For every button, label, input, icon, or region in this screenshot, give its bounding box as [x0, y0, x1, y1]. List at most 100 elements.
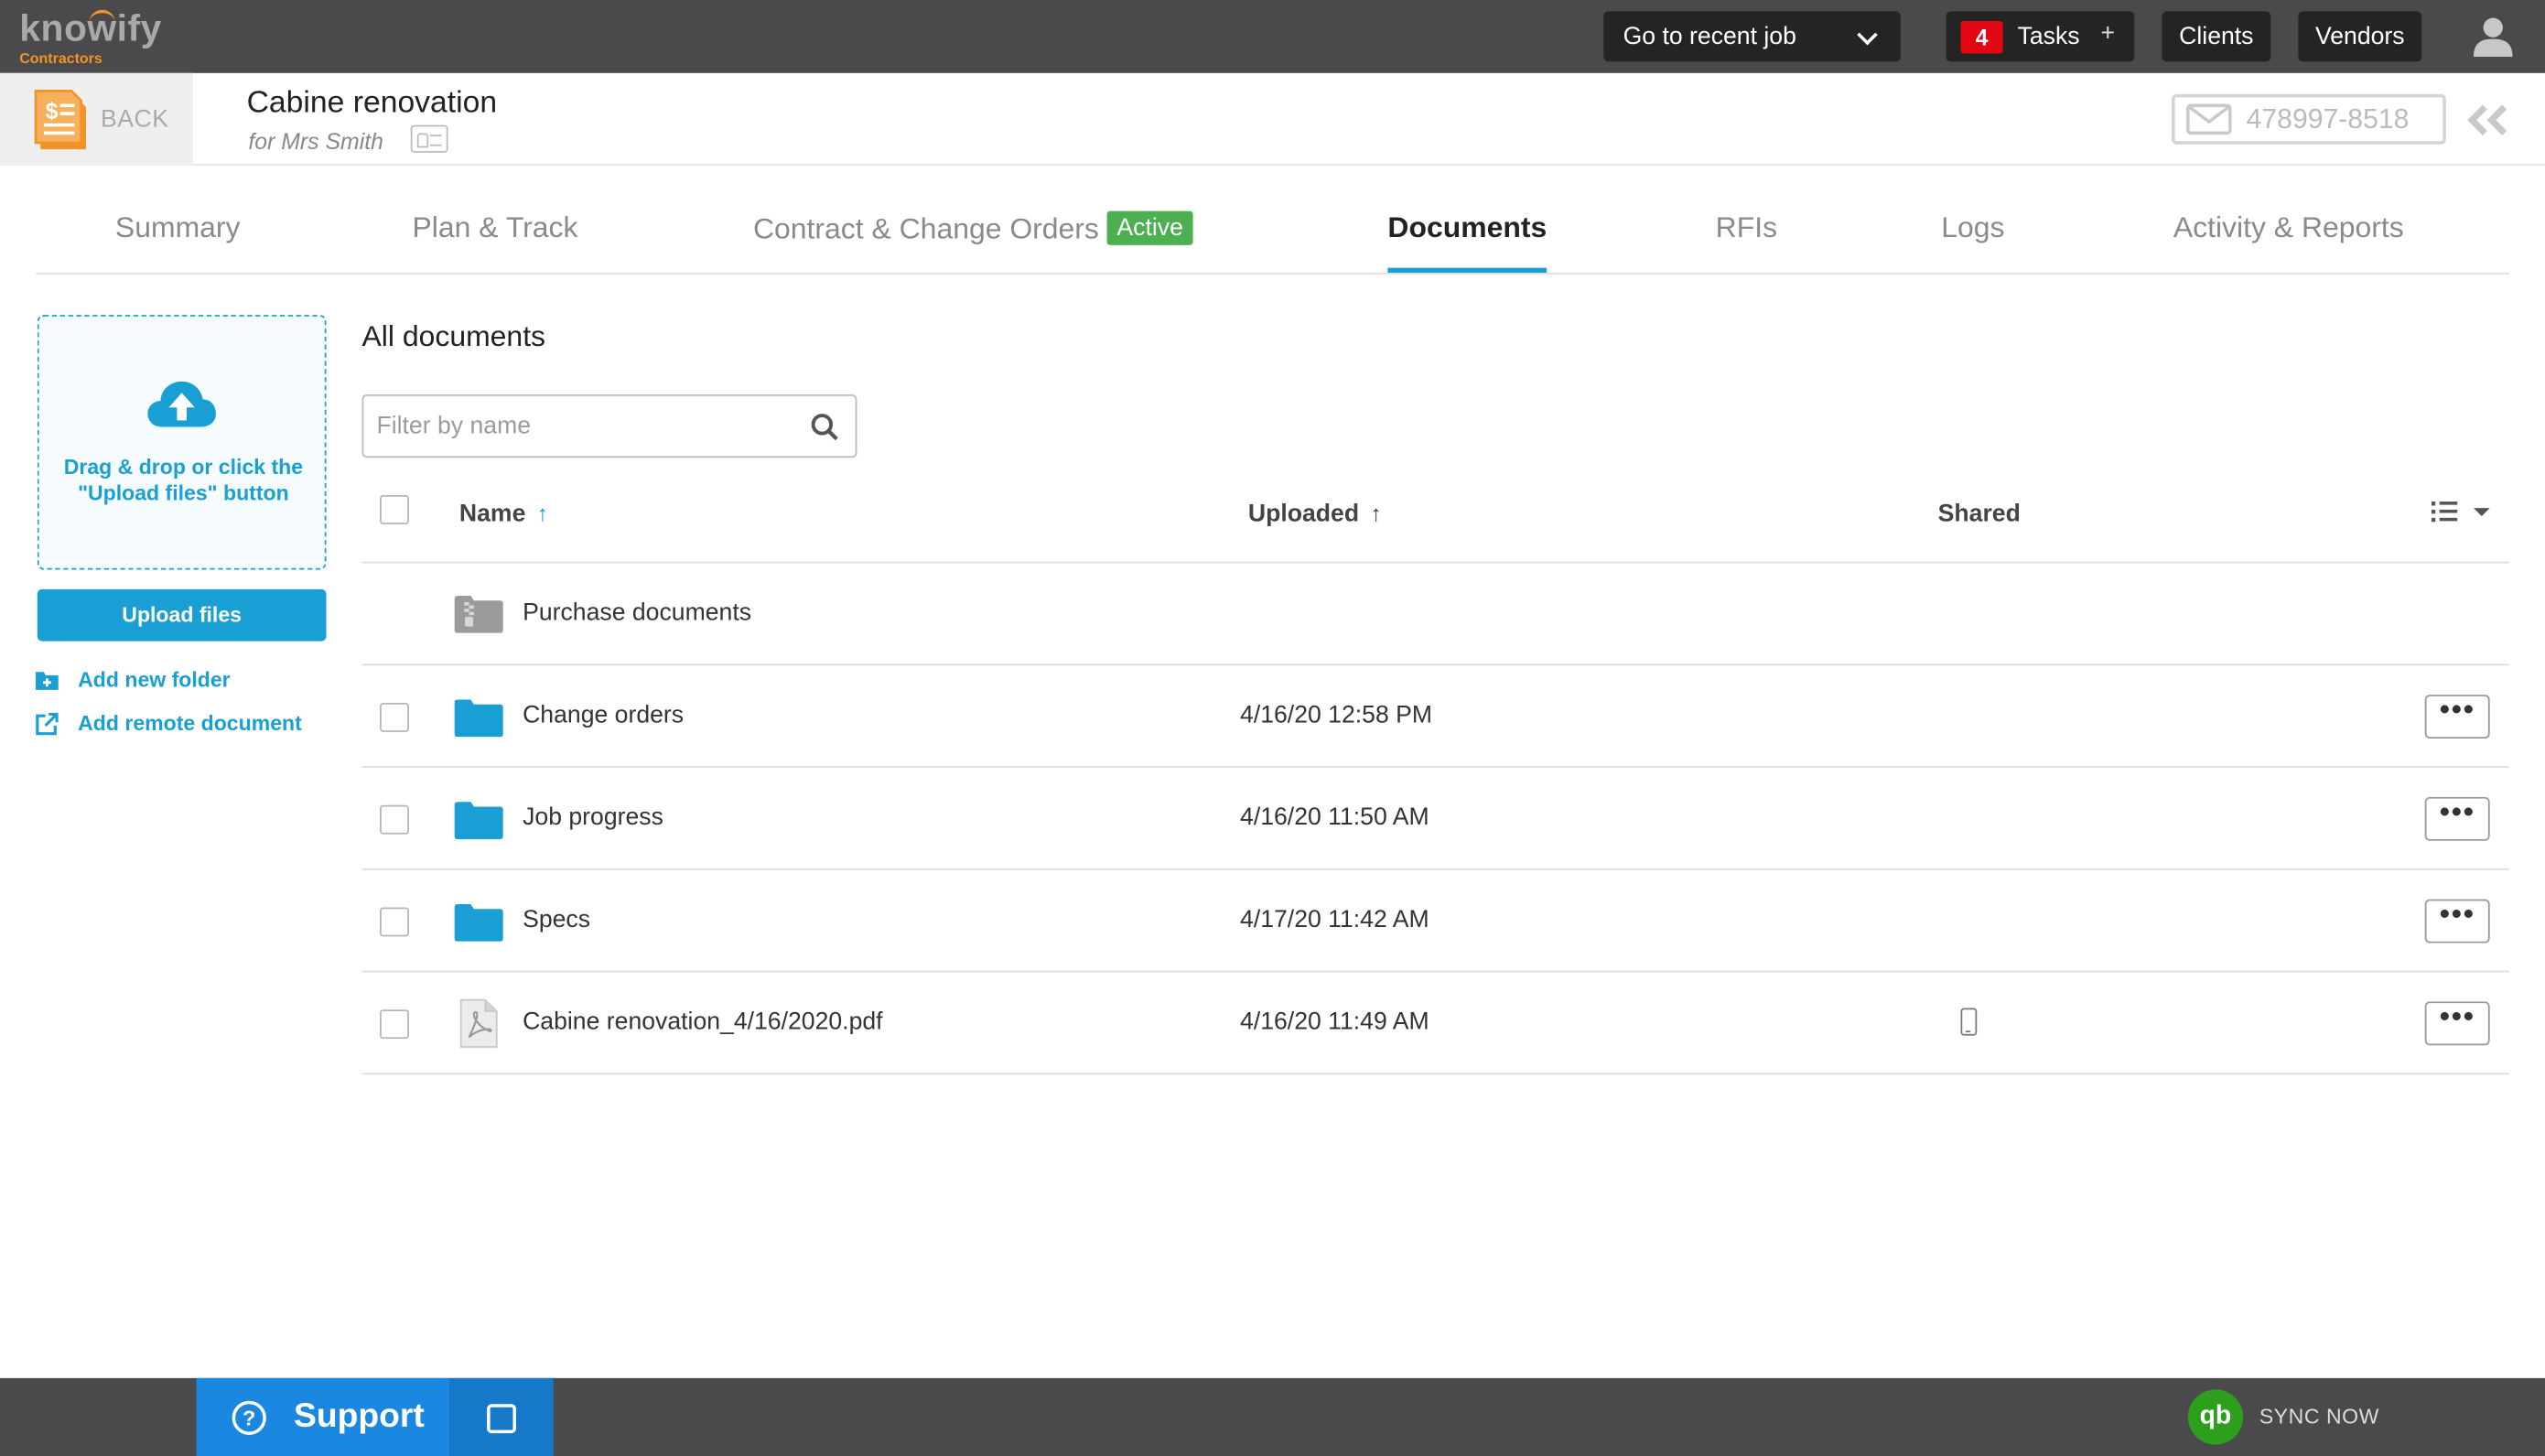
uploaded-column-header[interactable]: Uploaded ↑ — [1248, 500, 1382, 527]
add-folder-icon — [36, 671, 59, 689]
list-item[interactable]: Job progress 4/16/20 11:50 AM ••• — [361, 768, 2509, 870]
tasks-button[interactable]: 4 Tasks + — [1946, 11, 2135, 62]
shared-mobile-icon — [1960, 1008, 1978, 1036]
job-title: Cabine renovation — [246, 86, 498, 121]
uploaded-column-label: Uploaded — [1247, 500, 1360, 528]
invoice-doc-icon: $ — [34, 89, 87, 149]
add-task-icon[interactable]: + — [2100, 19, 2115, 47]
tab-contract-change-orders[interactable]: Contract & Change Orders Active — [752, 210, 1193, 247]
folder-icon — [454, 802, 503, 839]
call-support-button[interactable] — [449, 1377, 554, 1456]
uploaded-date: 4/16/20 11:50 AM — [1240, 803, 1429, 832]
support-button[interactable]: ? Support — [196, 1377, 450, 1456]
recent-job-dropdown[interactable]: Go to recent job — [1603, 11, 1901, 62]
collapse-panel-icon[interactable] — [2465, 104, 2511, 136]
user-avatar-icon[interactable] — [2472, 15, 2514, 58]
pdf-file-icon — [459, 998, 498, 1048]
job-header: $ BACK Cabine renovation for Mrs Smith 4… — [0, 72, 2545, 166]
documents-heading: All documents — [361, 319, 546, 352]
uploaded-date: 4/16/20 12:58 PM — [1240, 701, 1433, 729]
add-new-folder-label: Add new folder — [78, 666, 231, 692]
cloud-upload-icon — [147, 381, 216, 427]
back-label: BACK — [100, 105, 169, 134]
tab-logs[interactable]: Logs — [1941, 211, 2004, 245]
job-email-box[interactable]: 478997-8518 — [2172, 93, 2446, 145]
support-label: Support — [294, 1397, 425, 1435]
document-name[interactable]: Purchase documents — [523, 599, 751, 626]
sync-now-button[interactable]: SYNC NOW — [2259, 1404, 2379, 1429]
upload-dropzone[interactable]: Drag & drop or click the "Upload files" … — [37, 315, 327, 570]
archive-folder-icon — [454, 595, 503, 633]
job-tabs: Summary Plan & Track Contract & Change O… — [36, 166, 2509, 275]
tab-label: Activity & Reports — [2173, 210, 2404, 244]
tab-label: Contract & Change Orders — [752, 212, 1099, 245]
tab-documents[interactable]: Documents — [1387, 210, 1547, 273]
back-button[interactable]: $ BACK — [0, 72, 194, 166]
search-icon[interactable] — [810, 413, 839, 442]
row-actions-button[interactable]: ••• — [2424, 900, 2490, 944]
documents-table-header: Name ↑ Uploaded ↑ Shared — [361, 479, 2509, 564]
recent-job-label: Go to recent job — [1623, 22, 1796, 50]
phone-icon — [487, 1404, 517, 1434]
list-item[interactable]: Specs 4/17/20 11:42 AM ••• — [361, 870, 2509, 973]
logo-subtext: Contractors — [19, 49, 102, 67]
select-all-checkbox[interactable] — [380, 494, 409, 524]
svg-text:$: $ — [46, 99, 59, 124]
name-column-label: Name — [458, 500, 526, 528]
top-bar: knowify Contractors Go to recent job 4 T… — [0, 0, 2545, 73]
row-actions-button[interactable]: ••• — [2424, 796, 2490, 841]
chevron-down-icon — [1857, 24, 1878, 46]
contact-card-icon[interactable] — [410, 124, 448, 153]
folder-icon — [454, 903, 503, 942]
row-checkbox[interactable] — [380, 907, 409, 937]
tab-label: Documents — [1387, 210, 1547, 244]
filter-by-name-input[interactable] — [361, 394, 857, 458]
list-item[interactable]: Cabine renovation_4/16/2020.pdf 4/16/20 … — [361, 972, 2509, 1075]
sort-arrow-icon: ↑ — [536, 500, 549, 526]
help-icon: ? — [232, 1399, 266, 1435]
vendors-button[interactable]: Vendors — [2298, 11, 2422, 62]
tab-activity-reports[interactable]: Activity & Reports — [2173, 211, 2404, 245]
column-options-icon[interactable] — [2431, 499, 2496, 524]
row-checkbox[interactable] — [380, 804, 409, 835]
external-link-icon — [36, 711, 59, 735]
name-column-header[interactable]: Name ↑ — [459, 500, 548, 527]
tab-label: Summary — [114, 210, 241, 244]
client-name: for Mrs Smith — [248, 128, 383, 155]
knowify-logo[interactable]: knowify Contractors — [19, 6, 198, 67]
add-remote-document-label: Add remote document — [78, 710, 302, 736]
logo-text: knowify — [19, 6, 162, 49]
job-email-number: 478997-8518 — [2246, 102, 2410, 135]
tab-plan-track[interactable]: Plan & Track — [412, 211, 577, 245]
tasks-count-badge: 4 — [1960, 20, 2003, 53]
tab-label: Logs — [1941, 210, 2005, 244]
upload-files-button[interactable]: Upload files — [37, 588, 327, 642]
list-item[interactable]: Purchase documents — [361, 563, 2509, 666]
tab-label: RFIs — [1715, 210, 1778, 244]
row-checkbox[interactable] — [380, 1009, 409, 1040]
row-actions-button[interactable]: ••• — [2424, 1001, 2490, 1046]
quickbooks-icon[interactable]: qb — [2187, 1389, 2244, 1445]
shared-column-header: Shared — [1937, 500, 2021, 528]
clients-button[interactable]: Clients — [2162, 11, 2271, 62]
tasks-label: Tasks — [2017, 22, 2080, 50]
add-remote-document-link[interactable]: Add remote document — [36, 710, 302, 736]
add-new-folder-link[interactable]: Add new folder — [36, 667, 231, 692]
uploaded-date: 4/17/20 11:42 AM — [1240, 905, 1429, 933]
folder-icon — [454, 699, 503, 738]
tab-rfis[interactable]: RFIs — [1716, 211, 1777, 245]
document-name[interactable]: Change orders — [523, 701, 684, 728]
sort-arrow-icon: ↑ — [1370, 500, 1382, 526]
envelope-icon — [2186, 103, 2232, 135]
app-root: knowify Contractors Go to recent job 4 T… — [0, 0, 2545, 1456]
list-item[interactable]: Change orders 4/16/20 12:58 PM ••• — [361, 665, 2509, 768]
row-checkbox[interactable] — [380, 703, 409, 732]
document-name[interactable]: Job progress — [523, 803, 663, 831]
row-actions-button[interactable]: ••• — [2424, 695, 2490, 739]
document-name[interactable]: Specs — [523, 906, 590, 933]
status-badge: Active — [1106, 210, 1193, 245]
tab-label: Plan & Track — [412, 210, 578, 244]
tab-summary[interactable]: Summary — [115, 211, 241, 245]
document-name[interactable]: Cabine renovation_4/16/2020.pdf — [523, 1008, 882, 1035]
uploaded-date: 4/16/20 11:49 AM — [1240, 1008, 1429, 1036]
